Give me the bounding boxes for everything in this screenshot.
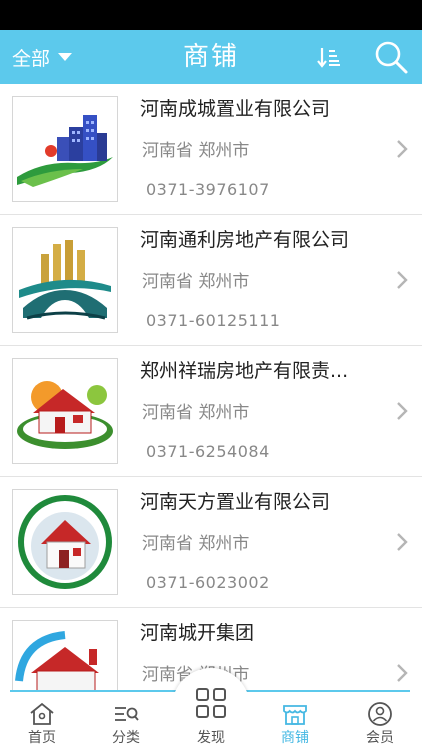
sort-button[interactable] xyxy=(314,42,344,72)
sort-icon xyxy=(317,48,340,68)
store-logo xyxy=(12,96,118,202)
store-icon xyxy=(283,705,307,725)
store-phone: 0371-3976107 xyxy=(146,180,270,199)
member-icon xyxy=(368,702,392,726)
store-logo xyxy=(12,489,118,595)
search-icon xyxy=(375,41,408,74)
chevron-right-icon xyxy=(397,533,408,551)
tab-store[interactable]: 商铺 xyxy=(253,692,337,750)
filter-label: 全部 xyxy=(12,47,51,70)
tab-label: 会员 xyxy=(366,730,394,746)
store-list: 河南成城置业有限公司 河南省 郑州市 0371-3976107 河南通利房地产有… xyxy=(0,84,422,690)
caret-down-icon xyxy=(58,53,73,61)
tab-label: 商铺 xyxy=(281,730,309,746)
store-location: 河南省 郑州市 xyxy=(142,272,250,292)
store-location: 河南省 郑州市 xyxy=(142,141,250,161)
store-logo xyxy=(12,227,118,333)
discover-grid-icon xyxy=(196,688,226,718)
chevron-right-icon xyxy=(397,271,408,289)
chevron-right-icon xyxy=(397,664,408,682)
store-list-item[interactable]: 河南天方置业有限公司 河南省 郑州市 0371-6023002 xyxy=(0,477,422,608)
home-icon xyxy=(30,702,54,725)
store-logo xyxy=(12,620,118,690)
search-button[interactable] xyxy=(372,38,410,76)
tab-member[interactable]: 会员 xyxy=(338,692,422,750)
tab-label: 发现 xyxy=(197,730,225,746)
store-logo xyxy=(12,358,118,464)
tab-discover[interactable]: 发现 xyxy=(169,684,253,750)
tab-label: 首页 xyxy=(28,730,56,746)
store-name: 河南城开集团 xyxy=(140,622,255,644)
tab-home[interactable]: 首页 xyxy=(0,692,84,750)
store-list-item[interactable]: 河南成城置业有限公司 河南省 郑州市 0371-3976107 xyxy=(0,84,422,215)
chevron-right-icon xyxy=(397,402,408,420)
tab-category[interactable]: 分类 xyxy=(84,692,168,750)
tab-label: 分类 xyxy=(112,730,140,746)
store-phone: 0371-6023002 xyxy=(146,573,270,592)
store-name: 郑州祥瑞房地产有限责... xyxy=(140,360,349,382)
store-name: 河南通利房地产有限公司 xyxy=(140,229,350,251)
filter-dropdown-button[interactable]: 全部 xyxy=(12,30,73,84)
store-phone: 0371-6254084 xyxy=(146,442,270,461)
store-location: 河南省 郑州市 xyxy=(142,534,250,554)
store-name: 河南成城置业有限公司 xyxy=(140,98,331,120)
chevron-right-icon xyxy=(397,140,408,158)
category-icon xyxy=(115,707,139,721)
store-list-item[interactable]: 河南通利房地产有限公司 河南省 郑州市 0371-60125111 xyxy=(0,215,422,346)
store-phone: 0371-60125111 xyxy=(146,311,281,330)
store-name: 河南天方置业有限公司 xyxy=(140,491,331,513)
app-header: 全部 商铺 xyxy=(0,30,422,84)
status-bar xyxy=(0,0,422,30)
store-list-item[interactable]: 郑州祥瑞房地产有限责... 河南省 郑州市 0371-6254084 xyxy=(0,346,422,477)
store-location: 河南省 郑州市 xyxy=(142,403,250,423)
